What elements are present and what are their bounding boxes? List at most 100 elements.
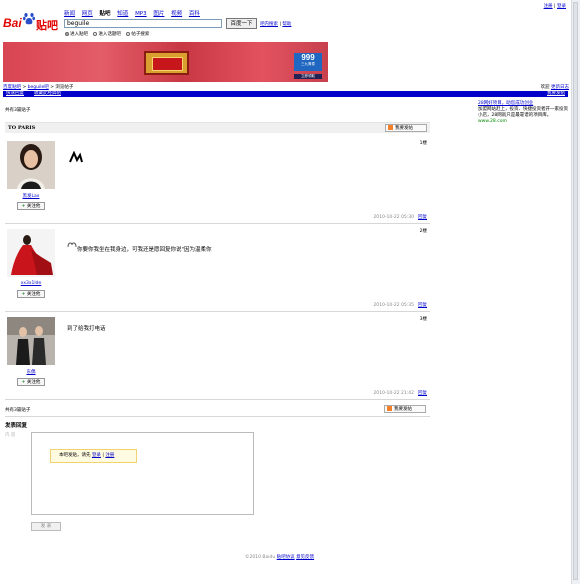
post-floor-1: 黑发Lax + 关注他 1楼 2010-10-22 05:30 回复 xyxy=(5,136,430,224)
breadcrumb-current: 浏览帖子 xyxy=(55,85,74,90)
search-links: 吧内搜索 | 帮助 xyxy=(260,21,291,27)
nav-item-zhidao[interactable]: 知道 xyxy=(117,11,128,17)
new-post-link[interactable]: 我要发帖 xyxy=(547,91,565,97)
new-post-button[interactable]: 我要发帖 xyxy=(385,124,427,132)
brand-badge: 999 三九胃泰 xyxy=(294,53,322,71)
changelog-link[interactable]: 更新日志 xyxy=(551,85,569,90)
new-post-button-bottom[interactable]: 我要发帖 xyxy=(384,405,426,413)
ad-banner[interactable]: 999 三九胃泰 立即领取 xyxy=(3,42,328,82)
post-count: 共有3篇贴子 xyxy=(5,108,31,113)
nav-item-tieba: 贴吧 xyxy=(99,11,111,17)
reply-link[interactable]: 回复 xyxy=(418,391,427,396)
radio-enter-forum[interactable]: 进入贴吧 xyxy=(65,31,88,37)
ad-body: 加盟网站赶上，投资、快捷投资者开一家投资小店，28网就只是最靠谱的项目库。 xyxy=(478,107,568,118)
post-meta: 2010-10-22 21:42 回复 xyxy=(373,390,427,396)
login-link[interactable]: 登录 xyxy=(557,4,566,9)
radio-label: 进入贴吧 xyxy=(70,32,88,37)
welcome-text: 欢迎 xyxy=(540,85,550,90)
in-forum-search-link[interactable]: 吧内搜索 xyxy=(260,22,278,27)
submit-button[interactable]: 发 表 xyxy=(31,522,61,531)
divider xyxy=(5,416,430,417)
follow-button[interactable]: + 关注他 xyxy=(17,290,45,298)
thread-title: TO PARIS xyxy=(8,125,36,131)
search-mode-radios: 进入贴吧 进入话题吧 帖子搜索 xyxy=(65,31,153,37)
radio-button[interactable] xyxy=(126,31,131,36)
login-link[interactable]: 登录 xyxy=(92,453,101,458)
product-nav: 新闻 网页 贴吧 知道 MP3 图片 视频 百科 xyxy=(64,9,205,17)
rss-icon xyxy=(388,125,393,130)
user-avatar[interactable] xyxy=(7,229,55,277)
bottom-post-count: 共有3篇贴子 xyxy=(5,408,31,413)
reply-section-title: 发表回复 xyxy=(5,423,28,429)
scrollbar-thumb[interactable] xyxy=(573,2,578,580)
nav-item-web[interactable]: 网页 xyxy=(82,11,93,17)
content-label: 内 容 xyxy=(5,433,16,438)
breadcrumb-separator: > xyxy=(22,85,27,90)
separator: | xyxy=(554,4,556,9)
footer: ©2010 Baidu 贴吧协议 意见反馈 xyxy=(245,554,314,560)
reply-link[interactable]: 回复 xyxy=(418,303,427,308)
nav-item-baike[interactable]: 百科 xyxy=(189,11,200,17)
radio-label: 帖子搜索 xyxy=(131,32,150,37)
top-links: 注册 | 登录 xyxy=(544,3,566,9)
radio-button-selected[interactable] xyxy=(65,31,69,36)
user-avatar[interactable] xyxy=(7,141,55,189)
radio-enter-topic[interactable]: 进入话题吧 xyxy=(93,31,121,37)
follow-button[interactable]: + 关注他 xyxy=(17,378,45,386)
nav-item-news[interactable]: 新闻 xyxy=(64,11,75,17)
login-prompt: 本吧发贴，请先 登录 | 注册 xyxy=(50,449,137,463)
nav-item-video[interactable]: 视频 xyxy=(171,11,182,17)
post-emoticon-icon xyxy=(67,242,77,248)
login-prompt-text: 本吧发贴，请先 xyxy=(59,453,91,458)
post-text: 你要你我坐在我身边，可我还是愿回复你说"因为温柔你 xyxy=(77,247,212,253)
reply-link[interactable]: 回复 xyxy=(418,215,427,220)
paw-icon xyxy=(23,13,35,25)
quick-reply-link[interactable]: 快速回复 xyxy=(6,91,24,97)
header-right-links: 欢迎 更新日志 xyxy=(541,84,569,90)
logo-bai-text: Bai xyxy=(3,16,22,30)
post-time: 2010-10-22 05:35 xyxy=(373,303,414,308)
feedback-link[interactable]: 意见反馈 xyxy=(296,555,314,560)
radio-button[interactable] xyxy=(93,31,98,36)
terms-link[interactable]: 贴吧协议 xyxy=(277,555,295,560)
register-link[interactable]: 注册 xyxy=(544,4,553,9)
search-input[interactable]: beguile xyxy=(64,19,222,28)
reply-textarea[interactable] xyxy=(31,432,254,515)
button-label: 我要发帖 xyxy=(394,407,412,412)
plus-icon: + xyxy=(21,292,26,297)
separator: | xyxy=(102,453,104,458)
user-avatar[interactable] xyxy=(7,317,55,365)
banner-caption: 立即领取 xyxy=(294,74,322,79)
username[interactable]: 黑发Lax xyxy=(5,193,57,199)
ad-url[interactable]: www.28.com xyxy=(478,119,570,125)
username[interactable]: 东偶 xyxy=(5,369,57,375)
breadcrumb-forum[interactable]: beguile吧 xyxy=(28,85,49,90)
baidu-tieba-logo[interactable]: Bai 贴吧 xyxy=(3,12,61,34)
nav-item-mp3[interactable]: MP3 xyxy=(135,11,147,17)
product-box-image xyxy=(144,51,189,75)
breadcrumb-home[interactable]: 百度贴吧 xyxy=(3,85,21,90)
plus-icon: + xyxy=(21,380,26,385)
button-label: 我要发帖 xyxy=(395,126,413,131)
action-bar: 快速回复 收藏此经典帖 我要发帖 xyxy=(3,91,568,97)
help-link[interactable]: 帮助 xyxy=(282,22,291,27)
post-time: 2010-10-22 05:30 xyxy=(373,215,414,220)
breadcrumb: 百度贴吧 > beguile吧 > 浏览帖子 xyxy=(3,84,73,90)
thread-title-bar: TO PARIS 我要发帖 xyxy=(5,122,430,133)
sidebar-ad[interactable]: 28网好项目，助您成功创业 加盟网站赶上，投资、快捷投资者开一家投资小店，28网… xyxy=(478,101,570,125)
favorite-thread-link[interactable]: 收藏此经典帖 xyxy=(34,91,61,97)
vertical-scrollbar[interactable] xyxy=(571,0,580,584)
plus-icon: + xyxy=(21,204,26,209)
post-floor-2: xx3x1lde + 关注他 2楼 你要你我坐在我身边，可我还是愿回复你说"因为… xyxy=(5,224,430,312)
username[interactable]: xx3x1lde xyxy=(5,281,57,286)
search-button[interactable]: 百度一下 xyxy=(226,18,257,29)
floor-number: 2楼 xyxy=(419,229,427,234)
register-link[interactable]: 注册 xyxy=(105,453,114,458)
nav-item-images[interactable]: 图片 xyxy=(153,11,164,17)
radio-post-search[interactable]: 帖子搜索 xyxy=(126,31,149,37)
radio-label: 进入话题吧 xyxy=(98,32,121,37)
post-emoticon-icon xyxy=(69,151,83,163)
floor-number: 3楼 xyxy=(419,317,427,322)
floor-number: 1楼 xyxy=(419,141,427,146)
follow-button[interactable]: + 关注他 xyxy=(17,202,45,210)
